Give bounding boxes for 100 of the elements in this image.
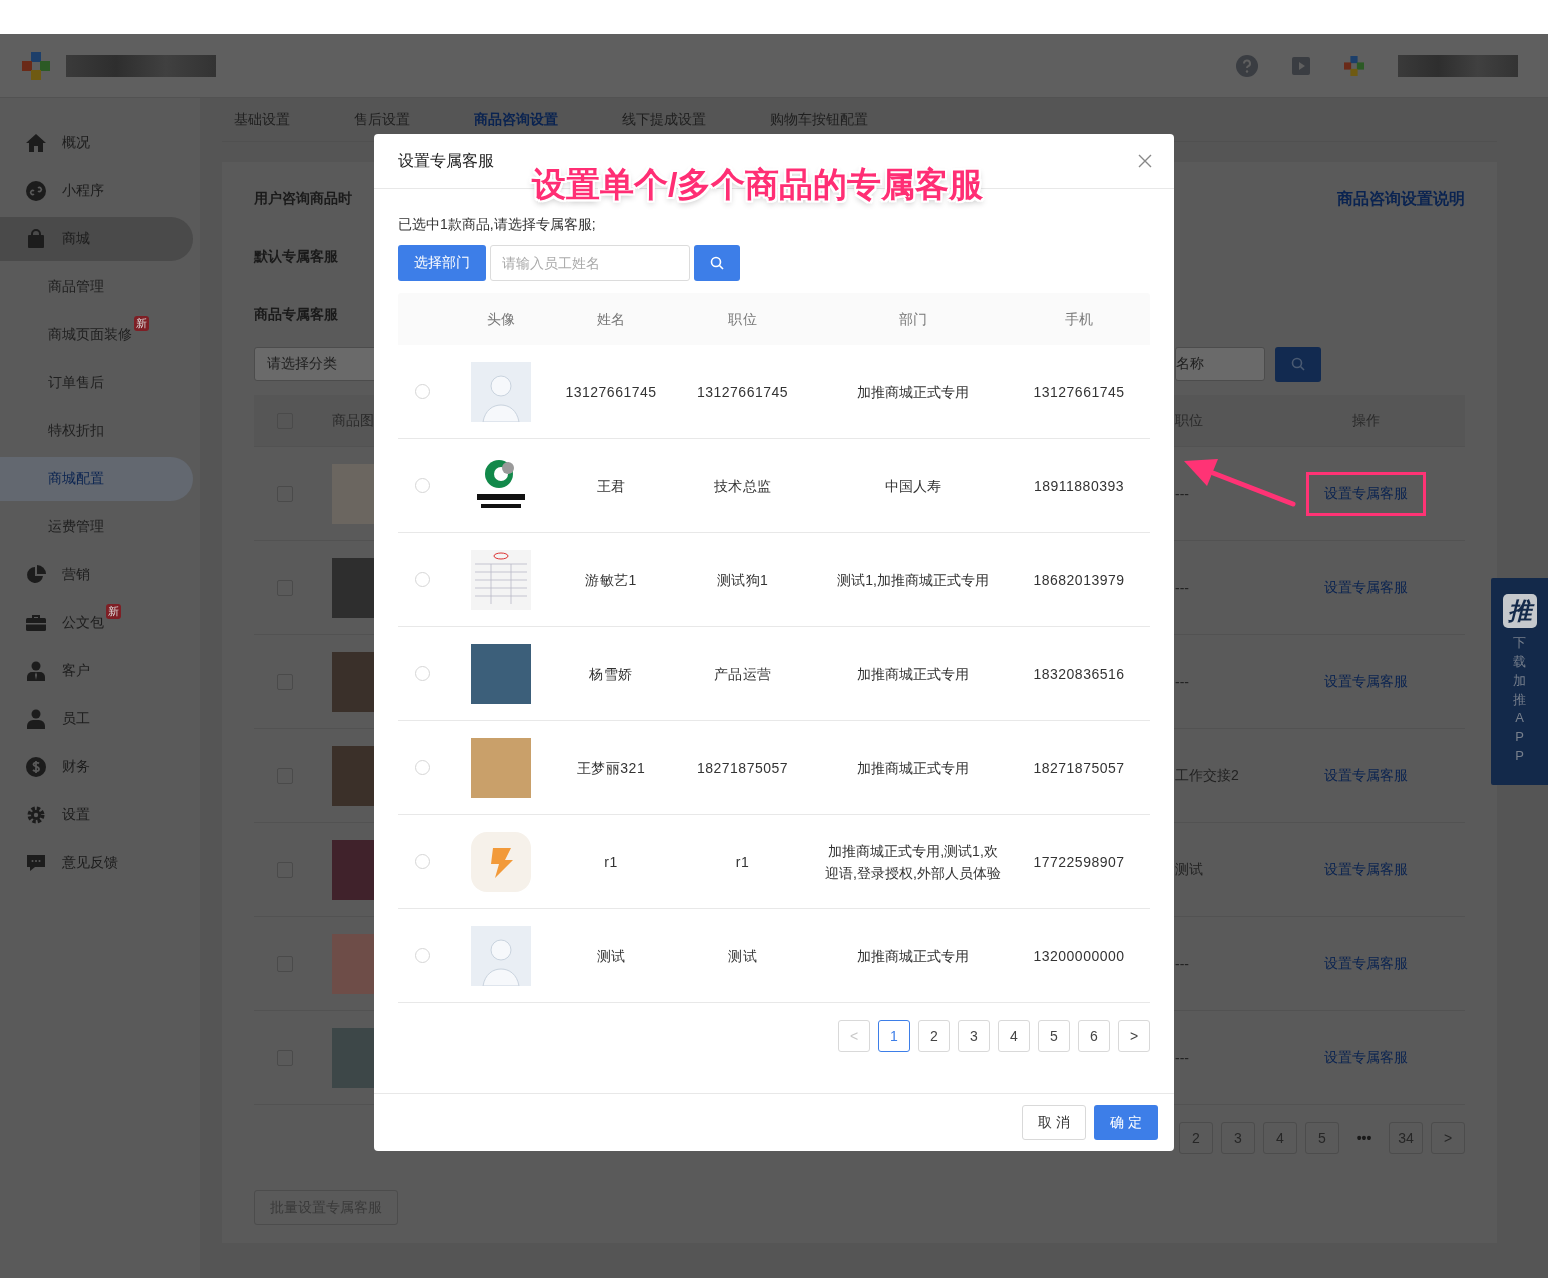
tab[interactable]: 商品咨询设置	[474, 110, 558, 129]
table-cell-text: 测试	[728, 946, 757, 966]
sidebar-item[interactable]: 概况	[0, 121, 193, 165]
table-cell-text: 13127661745	[1033, 382, 1125, 402]
table-cell-text: 13200000000	[1033, 946, 1125, 966]
person-icon	[27, 709, 45, 729]
promo-badge: 推	[1502, 594, 1537, 628]
sidebar-item[interactable]: 财务	[0, 745, 193, 789]
sidebar-subitem[interactable]: 商城页面装修 新	[0, 313, 193, 357]
next-page-button[interactable]: >	[1118, 1020, 1150, 1052]
pie-chart-icon	[26, 565, 46, 585]
sidebar-subitem[interactable]: 商城配置	[0, 457, 193, 501]
sidebar-item[interactable]: 营销	[0, 553, 193, 597]
column-header: 手机	[1064, 310, 1094, 329]
table-cell-text: 18911880393	[1033, 476, 1125, 496]
person-tie-icon	[27, 661, 45, 681]
home-icon	[25, 133, 47, 153]
column-header: 部门	[899, 310, 927, 329]
sidebar-item[interactable]: 设置	[0, 793, 193, 837]
sidebar-item[interactable]: 小程序	[0, 169, 193, 213]
table-cell-text: 测试狗1	[716, 570, 769, 590]
page-button[interactable]: 2	[918, 1020, 950, 1052]
app-download-panel[interactable]: 推 下载加推APP	[1491, 578, 1548, 785]
product-name-field[interactable]: 名称	[1175, 347, 1265, 381]
table-cell-text: 杨雪娇	[589, 664, 633, 684]
search-icon	[1291, 357, 1305, 371]
select-department-button[interactable]: 选择部门	[398, 245, 486, 281]
table-cell-text: 技术总监	[713, 476, 772, 496]
new-badge: 新	[106, 604, 121, 619]
search-button[interactable]	[694, 245, 740, 281]
help-icon[interactable]	[1236, 54, 1258, 77]
table-cell-text: 18682013979	[1033, 570, 1125, 590]
document-thumbnail	[470, 549, 531, 610]
sidebar-item[interactable]: 公文包 新	[0, 601, 193, 645]
table-cell-text: 加推商城正式专用,测试1,欢迎语,登录授权,外部人员体验	[824, 841, 1002, 883]
default-avatar-icon	[470, 925, 531, 986]
link-circle-icon	[26, 181, 46, 201]
sidebar-item[interactable]: 员工	[0, 697, 193, 741]
table-cell-text: r1	[735, 852, 750, 872]
dialog-title: 设置专属客服	[398, 150, 494, 171]
set-service-link[interactable]: 设置专属客服	[1306, 565, 1426, 610]
table-cell-text: 加推商城正式专用	[857, 946, 969, 966]
table-cell-text: 测试1,加推商城正式专用	[837, 570, 989, 590]
setting-label: 用户咨询商品时	[254, 190, 352, 208]
table-cell-text: 产品运营	[713, 664, 772, 684]
set-service-link[interactable]: 设置专属客服	[1306, 847, 1426, 892]
employee-search-field[interactable]: 请输入员工姓名	[490, 245, 690, 281]
set-service-link[interactable]: 设置专属客服	[1306, 753, 1426, 798]
table-cell: ---	[1175, 579, 1189, 596]
table-cell-text: 测试	[596, 946, 626, 966]
table-cell: ---	[1175, 485, 1189, 502]
page-button[interactable]: 1	[878, 1020, 910, 1052]
cancel-button[interactable]: 取 消	[1022, 1105, 1086, 1140]
set-service-link[interactable]: 设置专属客服	[1306, 1035, 1426, 1080]
table-cell-text: 18320836516	[1033, 664, 1125, 684]
search-button[interactable]	[1275, 346, 1321, 382]
column-header: 头像	[486, 310, 515, 329]
new-badge: 新	[134, 316, 149, 331]
setting-label: 商品专属客服	[254, 306, 338, 324]
table-cell-text: 13127661745	[565, 382, 657, 402]
table-cell-text: 加推商城正式专用	[857, 758, 969, 778]
logo-icon	[1344, 55, 1364, 76]
setting-label: 默认专属客服	[254, 248, 338, 266]
set-service-link[interactable]: 设置专属客服	[1306, 659, 1426, 704]
page-button[interactable]: •••	[1347, 1122, 1381, 1154]
table-cell-text: r1	[604, 852, 618, 872]
column-header: 姓名	[596, 310, 626, 329]
sidebar-item[interactable]: 客户	[0, 649, 193, 693]
table-cell-text: 17722598907	[1033, 852, 1125, 872]
table-cell-text: 18271875057	[1033, 758, 1125, 778]
confirm-button[interactable]: 确 定	[1094, 1105, 1158, 1140]
table-cell-text: 王君	[596, 476, 626, 496]
page-button[interactable]: 5	[1038, 1020, 1070, 1052]
chat-icon	[26, 853, 46, 873]
help-link[interactable]: 商品咨询设置说明	[1337, 188, 1465, 210]
info-text: 已选中1款商品,请选择专属客服;	[398, 215, 597, 234]
settings-icon	[26, 805, 46, 825]
table-cell-text: 加推商城正式专用	[857, 382, 969, 402]
page-button[interactable]: 4	[998, 1020, 1030, 1052]
annotation-title: 设置单个/多个商品的专属客服	[532, 164, 984, 205]
logo-icon	[22, 51, 50, 80]
sidebar-item[interactable]: 意见反馈	[0, 841, 193, 885]
table-cell: ---	[1175, 1049, 1189, 1066]
page-button[interactable]: 6	[1078, 1020, 1110, 1052]
briefcase-icon	[26, 614, 46, 632]
table-cell: ---	[1175, 955, 1189, 972]
bag-icon	[27, 229, 45, 249]
search-icon	[710, 256, 724, 270]
dollar-icon	[26, 757, 46, 777]
set-service-link[interactable]: 设置专属客服	[1306, 941, 1426, 986]
set-service-link[interactable]: 设置专属客服	[1306, 471, 1426, 516]
close-icon[interactable]	[1138, 154, 1152, 168]
promo-text: 下载加推APP	[1513, 634, 1526, 766]
page-button[interactable]: 3	[958, 1020, 990, 1052]
play-icon[interactable]	[1292, 56, 1310, 75]
table-cell-text: 游敏艺1	[585, 570, 637, 590]
column-header: 职位	[728, 310, 757, 329]
default-avatar-icon	[470, 361, 531, 422]
photo-placeholder	[470, 737, 531, 798]
next-page-button[interactable]: >	[1431, 1122, 1465, 1154]
